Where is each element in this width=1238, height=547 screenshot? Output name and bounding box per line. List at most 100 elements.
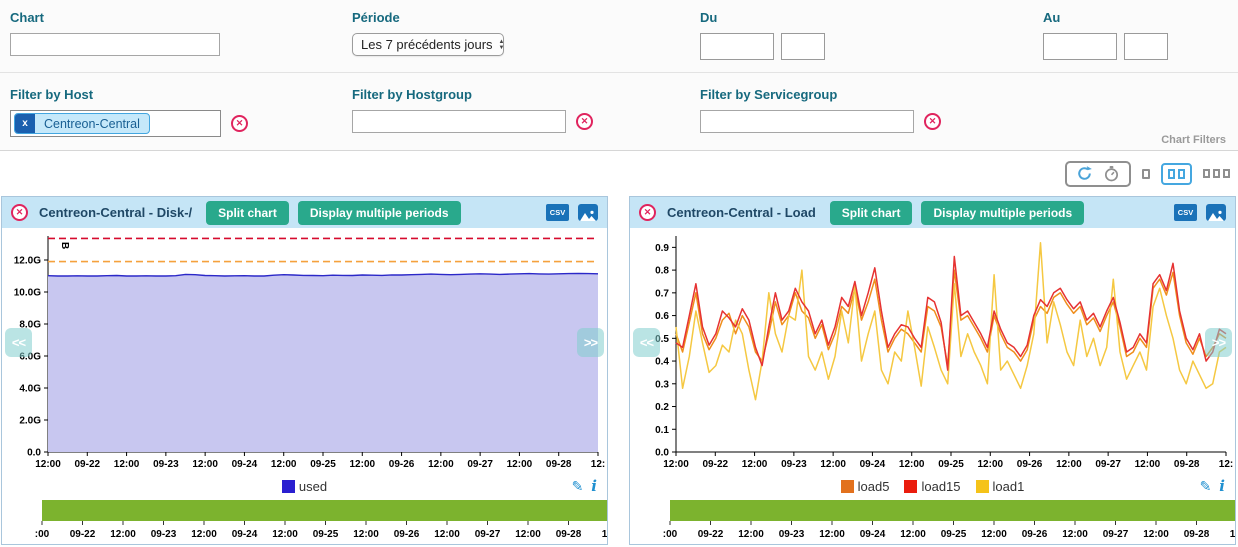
au-date-input[interactable] — [1043, 33, 1117, 60]
svg-text:09-22: 09-22 — [702, 459, 728, 470]
split-chart-button[interactable]: Split chart — [830, 201, 913, 225]
svg-text:09-27: 09-27 — [475, 529, 501, 540]
csv-export-icon[interactable]: CSV — [546, 204, 569, 221]
chart-title: Centreon-Central - Disk-/ — [39, 205, 192, 220]
svg-text::00: :00 — [663, 529, 678, 540]
remove-tag-icon[interactable]: x — [15, 114, 35, 133]
refresh-icon[interactable] — [1076, 165, 1093, 182]
svg-text:09-24: 09-24 — [860, 459, 886, 470]
clear-hostgroup-filter-icon[interactable]: ✕ — [576, 113, 593, 130]
svg-text:0.3: 0.3 — [655, 379, 669, 390]
layout-3-columns-icon[interactable] — [1203, 169, 1230, 178]
servicegroup-filter-input[interactable] — [700, 110, 914, 133]
display-multiple-periods-button[interactable]: Display multiple periods — [298, 201, 461, 225]
clear-host-filter-icon[interactable]: ✕ — [231, 115, 248, 132]
timeline-axis: :0009-2212:0009-2312:0009-2412:0009-2512… — [32, 521, 608, 543]
scroll-left-button[interactable]: << — [633, 328, 660, 357]
legend-item-load1: load1 — [976, 479, 1025, 494]
info-icon[interactable]: i — [591, 477, 597, 495]
csv-export-icon[interactable]: CSV — [1174, 204, 1197, 221]
chart-filters-panel: Chart Période Les 7 précédents jours ▲▼ … — [0, 0, 1238, 151]
host-filter-label: Filter by Host — [10, 87, 248, 102]
svg-text:09-26: 09-26 — [394, 529, 420, 540]
svg-text:12:00: 12:00 — [192, 459, 218, 470]
svg-text:12:00: 12:00 — [981, 529, 1007, 540]
svg-text:09-28: 09-28 — [1174, 459, 1200, 470]
load-chart-body: 0.00.10.20.30.40.50.60.70.80.912:0009-22… — [630, 228, 1235, 474]
legend-items: used — [2, 479, 607, 494]
refresh-tool-group — [1065, 161, 1131, 187]
svg-text:0.1: 0.1 — [655, 425, 669, 436]
svg-text:12:00: 12:00 — [271, 459, 297, 470]
svg-text:12:: 12: — [602, 529, 608, 540]
status-timeline-bar[interactable] — [670, 500, 1235, 521]
svg-text:12:00: 12:00 — [977, 459, 1003, 470]
svg-text:4.0G: 4.0G — [19, 384, 41, 395]
svg-text:09-28: 09-28 — [1184, 529, 1210, 540]
svg-text:12:00: 12:00 — [1056, 459, 1082, 470]
svg-text::00: :00 — [35, 529, 50, 540]
svg-text:12:00: 12:00 — [191, 529, 217, 540]
pencil-icon[interactable]: ✎ — [1200, 478, 1212, 495]
load-chart-header: ✕ Centreon-Central - Load Split chart Di… — [630, 197, 1235, 228]
display-multiple-periods-button[interactable]: Display multiple periods — [921, 201, 1084, 225]
svg-text:09-23: 09-23 — [781, 459, 807, 470]
pencil-icon[interactable]: ✎ — [572, 478, 584, 495]
chart-filter-input[interactable] — [10, 33, 220, 56]
hostgroup-filter-input[interactable] — [352, 110, 566, 133]
stopwatch-icon[interactable] — [1103, 165, 1120, 182]
svg-text:12:00: 12:00 — [434, 529, 460, 540]
scroll-right-button[interactable]: >> — [1205, 328, 1232, 357]
svg-text:09-24: 09-24 — [860, 529, 886, 540]
svg-text:0.7: 0.7 — [655, 288, 669, 299]
status-timeline-bar[interactable] — [42, 500, 607, 521]
svg-text:12:00: 12:00 — [900, 529, 926, 540]
remove-chart-icon[interactable]: ✕ — [11, 204, 28, 221]
hostgroup-filter-label: Filter by Hostgroup — [352, 87, 593, 102]
load5-legend-swatch — [841, 480, 854, 493]
svg-text:0.8: 0.8 — [655, 266, 669, 277]
select-stepper-icon: ▲▼ — [499, 39, 505, 51]
filter-row-2: Filter by Host x Centreon-Central ✕ Filt… — [0, 73, 1238, 151]
layout-3-columns-square — [1213, 169, 1220, 178]
svg-text:09-28: 09-28 — [556, 529, 582, 540]
load1-legend-swatch — [976, 480, 989, 493]
layout-1-column-icon[interactable] — [1142, 169, 1150, 179]
chart-filter-label: Chart — [10, 10, 220, 25]
svg-text:09-26: 09-26 — [389, 459, 415, 470]
layout-2-columns-square — [1168, 169, 1175, 179]
periode-field: Période Les 7 précédents jours ▲▼ — [352, 10, 504, 56]
layout-2-columns-square — [1178, 169, 1185, 179]
svg-text:09-23: 09-23 — [151, 529, 177, 540]
svg-text:12:00: 12:00 — [353, 529, 379, 540]
load5-legend-label: load5 — [858, 479, 890, 494]
svg-text:12:: 12: — [1219, 459, 1233, 470]
host-filter-input[interactable]: x Centreon-Central — [10, 110, 221, 137]
au-time-input[interactable] — [1124, 33, 1168, 60]
svg-text:0.9: 0.9 — [655, 243, 669, 254]
image-export-icon[interactable] — [1206, 204, 1226, 221]
servicegroup-filter-field: Filter by Servicegroup ✕ — [700, 87, 941, 133]
layout-2-columns-icon[interactable] — [1161, 163, 1192, 185]
clear-servicegroup-filter-icon[interactable]: ✕ — [924, 113, 941, 130]
svg-text:09-26: 09-26 — [1017, 459, 1043, 470]
image-export-icon[interactable] — [578, 204, 598, 221]
svg-text:12:00: 12:00 — [1062, 529, 1088, 540]
load1-legend-label: load1 — [993, 479, 1025, 494]
du-time-input[interactable] — [781, 33, 825, 60]
remove-chart-icon[interactable]: ✕ — [639, 204, 656, 221]
scroll-right-button[interactable]: >> — [577, 328, 604, 357]
svg-text:B: B — [59, 242, 70, 249]
svg-text:12:00: 12:00 — [820, 459, 846, 470]
svg-text:0.0: 0.0 — [655, 448, 669, 459]
au-field: Au — [1043, 10, 1168, 60]
periode-select[interactable]: Les 7 précédents jours ▲▼ — [352, 33, 504, 56]
svg-text:0.4: 0.4 — [655, 357, 669, 368]
legend-item-load5: load5 — [841, 479, 890, 494]
charts-row: ✕ Centreon-Central - Disk-/ Split chart … — [0, 196, 1238, 545]
scroll-left-button[interactable]: << — [5, 328, 32, 357]
info-icon[interactable]: i — [1219, 477, 1225, 495]
host-filter-field: Filter by Host x Centreon-Central ✕ — [10, 87, 248, 137]
split-chart-button[interactable]: Split chart — [206, 201, 289, 225]
du-date-input[interactable] — [700, 33, 774, 60]
